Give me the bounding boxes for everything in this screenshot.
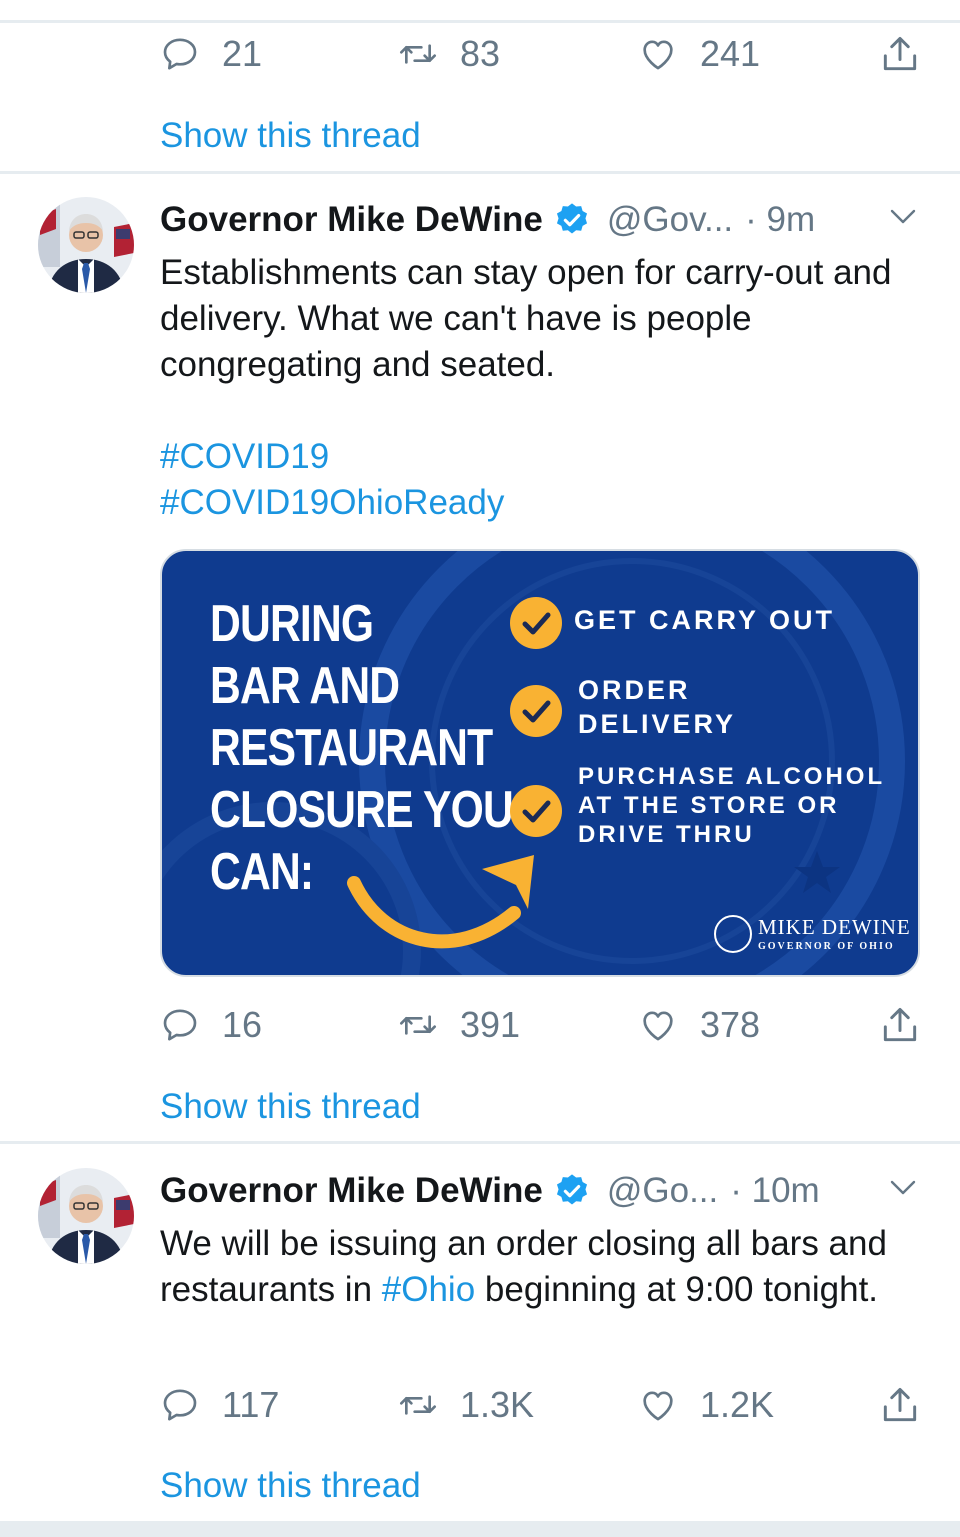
share-icon[interactable] [878, 1003, 922, 1047]
bottom-separator [0, 1521, 960, 1537]
like-button[interactable]: 378 [638, 995, 760, 1055]
top-divider [0, 20, 960, 23]
show-thread-link[interactable]: Show this thread [160, 1466, 421, 1506]
chevron-down-icon[interactable] [888, 1177, 918, 1199]
headline-line: DURING [210, 595, 374, 653]
tweet-time[interactable]: · 10m [730, 1171, 819, 1211]
reply-icon [160, 1385, 200, 1425]
option-line: DELIVERY [578, 709, 737, 739]
option-line: PURCHASE ALCOHOL [578, 763, 886, 790]
tweet-time[interactable]: · 9m [745, 200, 815, 240]
brand-name: MIKE DEWINE [758, 915, 911, 939]
reply-count: 21 [222, 33, 263, 74]
checkmark-icon [510, 685, 562, 737]
headline-line: BAR AND [210, 657, 400, 715]
reply-button[interactable]: 16 [160, 995, 262, 1055]
option-line: DRIVE THRU [578, 821, 755, 848]
tweet-actions: 117 1.3K 1.2K [0, 1375, 960, 1435]
avatar-image [38, 197, 134, 293]
tweet-image-card[interactable]: DURING BAR AND RESTAURANT CLOSURE YOU CA… [160, 549, 920, 977]
share-icon[interactable] [878, 1383, 922, 1427]
option-line: ORDER [578, 675, 691, 705]
retweet-count: 83 [460, 33, 501, 74]
arrow-icon [347, 855, 534, 949]
retweet-icon [398, 1385, 438, 1425]
like-count: 378 [700, 1004, 761, 1045]
option-label: GET CARRY OUT [574, 603, 835, 637]
reply-icon [160, 1005, 200, 1045]
like-icon [638, 1005, 678, 1045]
author-name[interactable]: Governor Mike DeWine [160, 1171, 543, 1211]
retweet-count: 391 [460, 1004, 521, 1045]
author-handle[interactable]: @Gov... [607, 200, 733, 240]
checkmark-icon [510, 785, 562, 837]
author-name[interactable]: Governor Mike DeWine [160, 200, 543, 240]
retweet-button[interactable]: 1.3K [398, 1375, 534, 1435]
like-icon [638, 34, 678, 74]
like-count: 1.2K [700, 1384, 775, 1425]
tweet-actions: 21 83 241 [0, 24, 960, 84]
tweet-divider [0, 1141, 960, 1144]
hashtag-link[interactable]: #COVID19 [160, 434, 329, 480]
hashtag-link[interactable]: #COVID19OhioReady [160, 480, 504, 526]
reply-button[interactable]: 117 [160, 1375, 279, 1435]
retweet-button[interactable]: 83 [398, 24, 500, 84]
tweet-text-part: beginning at 9:00 tonight. [475, 1270, 879, 1309]
checkmark-icon [510, 597, 562, 649]
show-thread-link[interactable]: Show this thread [160, 116, 421, 156]
tweet-divider [0, 171, 960, 174]
brand-subtitle: GOVERNOR OF OHIO [758, 941, 895, 952]
hashtag-link[interactable]: #Ohio [382, 1270, 475, 1309]
option-line: AT THE STORE OR [578, 792, 840, 819]
tweet-text: Establishments can stay open for carry-o… [160, 253, 892, 384]
author-handle[interactable]: @Go... [607, 1171, 718, 1211]
like-count: 241 [700, 33, 761, 74]
option-label: ORDER DELIVERY [578, 673, 736, 741]
option-line: GET CARRY OUT [574, 605, 836, 635]
verified-badge-icon [553, 1172, 591, 1210]
headline-line: RESTAURANT [210, 719, 493, 777]
reply-icon [160, 34, 200, 74]
retweet-icon [398, 1005, 438, 1045]
avatar-image [38, 1168, 134, 1264]
like-button[interactable]: 1.2K [638, 1375, 774, 1435]
retweet-count: 1.3K [460, 1384, 535, 1425]
reply-button[interactable]: 21 [160, 24, 262, 84]
like-icon [638, 1385, 678, 1425]
headline-line: CLOSURE YOU [210, 781, 514, 839]
avatar[interactable] [38, 1168, 134, 1264]
tweet-header: Governor Mike DeWine @Gov... · 9m [160, 197, 815, 243]
retweet-icon [398, 34, 438, 74]
option-label: PURCHASE ALCOHOL AT THE STORE OR DRIVE T… [578, 762, 885, 849]
reply-count: 117 [222, 1384, 280, 1425]
tweet-text: We will be issuing an order closing all … [160, 1221, 920, 1313]
tweet-actions: 16 391 378 [0, 995, 960, 1055]
verified-badge-icon [553, 201, 591, 239]
retweet-button[interactable]: 391 [398, 995, 520, 1055]
avatar[interactable] [38, 197, 134, 293]
tweet-header: Governor Mike DeWine @Go... · 10m [160, 1168, 820, 1214]
like-button[interactable]: 241 [638, 24, 760, 84]
reply-count: 16 [222, 1004, 263, 1045]
ohio-seal-icon [714, 915, 752, 953]
share-icon[interactable] [878, 32, 922, 76]
chevron-down-icon[interactable] [888, 206, 918, 228]
show-thread-link[interactable]: Show this thread [160, 1087, 421, 1127]
